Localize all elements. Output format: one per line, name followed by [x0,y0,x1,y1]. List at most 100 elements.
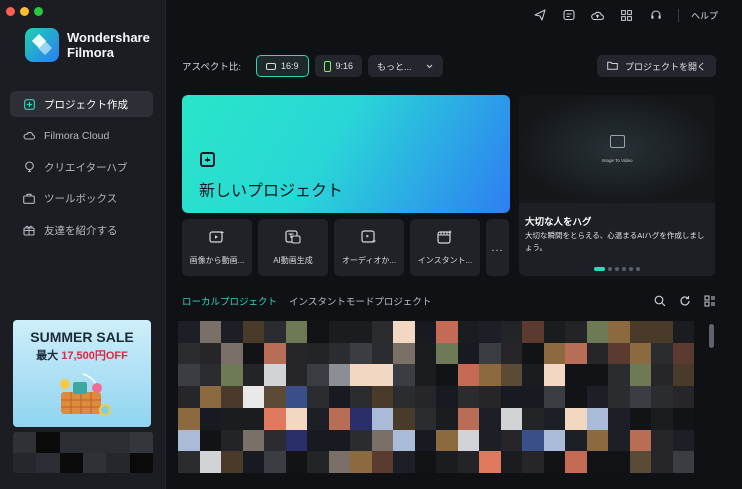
project-thumbnail-cell [285,407,307,430]
project-thumbnail-cell [199,451,221,473]
sidebar-nav: プロジェクト作成 Filmora Cloud クリエイターハブ ツールボックス … [10,91,153,249]
open-project-button[interactable]: プロジェクトを開く [596,55,716,77]
portrait-icon [323,60,331,72]
project-thumbnail-cell [522,451,544,473]
carousel-dot[interactable] [636,267,640,271]
quick-actions-more-button[interactable]: ... [486,219,509,276]
project-thumbnail-cell [672,342,694,365]
project-thumbnail-cell [629,364,651,387]
project-thumbnail-cell [522,321,544,343]
project-thumbnail-cell [500,429,522,452]
shopping-basket-illustration [60,373,111,416]
project-thumbnail-cell [672,321,694,343]
carousel-dot[interactable] [608,267,612,271]
feature-info: 大切な人をハグ 大切な瞬間をとらえる、心温まるAIハグを作成しましょう。 [519,203,715,276]
tab-instant-mode-projects[interactable]: インスタントモードプロジェクト [289,294,431,308]
view-toggle-icon[interactable] [704,294,716,312]
project-thumbnail-cell [522,386,544,408]
media-icon[interactable] [562,8,576,22]
sidebar-item-toolbox[interactable]: ツールボックス [10,186,153,212]
project-thumbnail-cell [350,321,372,343]
project-thumbnail-cell [672,429,694,452]
sidebar-item-create-project[interactable]: プロジェクト作成 [10,91,153,117]
summer-sale-banner[interactable]: SUMMER SALE 最大 17,500円OFF [13,320,151,427]
project-thumbnail-cell [178,342,200,365]
cloud-upload-icon[interactable] [591,8,605,22]
project-thumbnail-cell [371,451,393,473]
project-thumbnail-cell [285,364,307,387]
grid-icon[interactable] [620,8,634,22]
maximize-window-button[interactable] [34,7,43,16]
project-thumbnail-cell [178,407,200,430]
support-icon[interactable] [649,8,663,22]
carousel-dot[interactable] [629,267,633,271]
aspect-more-dropdown[interactable]: もっと... [368,55,443,77]
cloud-icon [23,130,35,142]
sidebar-thumbnail-cell [83,452,107,473]
project-thumbnail-cell [350,342,372,365]
feature-video-preview: Image To Video [519,95,715,203]
folder-icon [607,61,618,72]
carousel-dot[interactable] [594,267,605,271]
project-thumbnail-cell [199,321,221,343]
project-thumbnail-cell [414,364,436,387]
project-thumbnail-cell [350,386,372,408]
project-thumbnail-cell [651,451,673,473]
top-toolbar: ヘルプ [533,8,718,22]
search-icon[interactable] [654,294,666,312]
toolbox-icon [23,193,35,205]
project-thumbnail-cell [328,364,350,387]
project-thumbnail-cell [608,407,630,430]
quick-image-to-video[interactable]: 画像から動画... [182,219,252,276]
project-thumbnail-cell [608,429,630,452]
sidebar-item-filmora-cloud[interactable]: Filmora Cloud [10,123,153,149]
landscape-icon [265,62,276,70]
project-thumbnail-cell [242,342,264,365]
refresh-icon[interactable] [679,294,691,312]
project-thumbnail-cell [199,342,221,365]
project-thumbnail-cell [479,429,501,452]
sidebar-item-refer-friend[interactable]: 友達を紹介する [10,217,153,243]
project-thumbnail-cell [264,386,286,408]
project-thumbnail-cell [479,364,501,387]
scrollbar[interactable] [709,324,714,348]
project-thumbnail-cell [565,342,587,365]
project-thumbnail-cell [522,407,544,430]
carousel-dot[interactable] [615,267,619,271]
sidebar-thumbnail[interactable] [13,432,153,473]
project-thumbnail-cell [565,451,587,473]
project-thumbnail-cell [651,407,673,430]
image-icon [610,135,625,148]
bulb-icon [23,161,35,173]
window-controls [6,7,43,16]
feature-banner[interactable]: Image To Video 大切な人をハグ 大切な瞬間をとらえる、心温まるAI… [519,95,715,276]
new-project-card[interactable]: 新しいプロジェクト [182,95,510,213]
project-thumbnail-cell [414,342,436,365]
project-thumbnail-cell [543,407,565,430]
project-thumbnail-cell [436,386,458,408]
sidebar-item-label: プロジェクト作成 [44,98,128,111]
tab-local-projects[interactable]: ローカルプロジェクト [182,294,277,308]
aspect-16-9-button[interactable]: 16:9 [255,55,309,77]
project-thumbnail-cell [307,321,329,343]
sidebar-item-creator-hub[interactable]: クリエイターハブ [10,154,153,180]
sidebar-item-label: 友達を紹介する [44,224,118,237]
quick-audio[interactable]: オーディオか... [334,219,404,276]
quick-instant-mode[interactable]: インスタント... [410,219,480,276]
project-thumbnail-cell [500,321,522,343]
send-icon[interactable] [533,8,547,22]
project-thumbnail-grid[interactable] [178,321,694,473]
close-window-button[interactable] [6,7,15,16]
app-logo: Wondershare Filmora [25,28,150,62]
project-thumbnail-cell [307,364,329,387]
promo-title: SUMMER SALE [30,329,134,345]
help-menu[interactable]: ヘルプ [677,8,718,22]
project-thumbnail-cell [307,407,329,430]
sidebar: Wondershare Filmora プロジェクト作成 Filmora Clo… [0,0,166,489]
project-thumbnail-cell [414,429,436,452]
minimize-window-button[interactable] [20,7,29,16]
quick-ai-video[interactable]: AI動画生成 [258,219,328,276]
carousel-dot[interactable] [622,267,626,271]
project-thumbnail-cell [629,342,651,365]
aspect-9-16-button[interactable]: 9:16 [314,55,363,77]
